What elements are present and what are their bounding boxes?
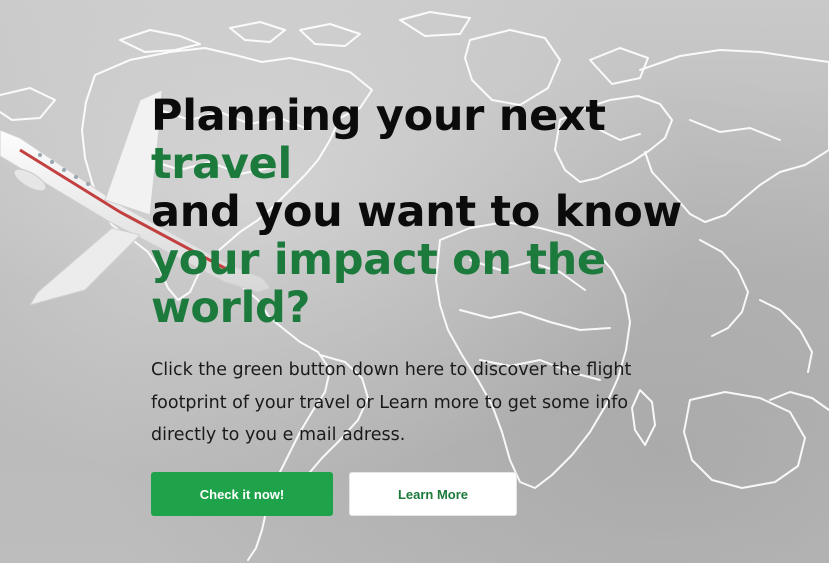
hero-content: Planning your next travel and you want t…	[151, 92, 791, 452]
headline-line: and you want to know	[151, 187, 682, 237]
learn-more-button[interactable]: Learn More	[349, 472, 517, 516]
headline-highlight: your impact on the	[151, 235, 606, 285]
hero-actions: Check it now! Learn More	[151, 472, 517, 516]
headline-highlight: travel	[151, 139, 292, 189]
hero-description: Click the green button down here to disc…	[151, 360, 632, 445]
hero-headline: Planning your next travel and you want t…	[151, 92, 791, 332]
headline-highlight: world?	[151, 283, 311, 333]
check-it-now-button[interactable]: Check it now!	[151, 472, 333, 516]
headline-line: Planning your next	[151, 91, 606, 141]
